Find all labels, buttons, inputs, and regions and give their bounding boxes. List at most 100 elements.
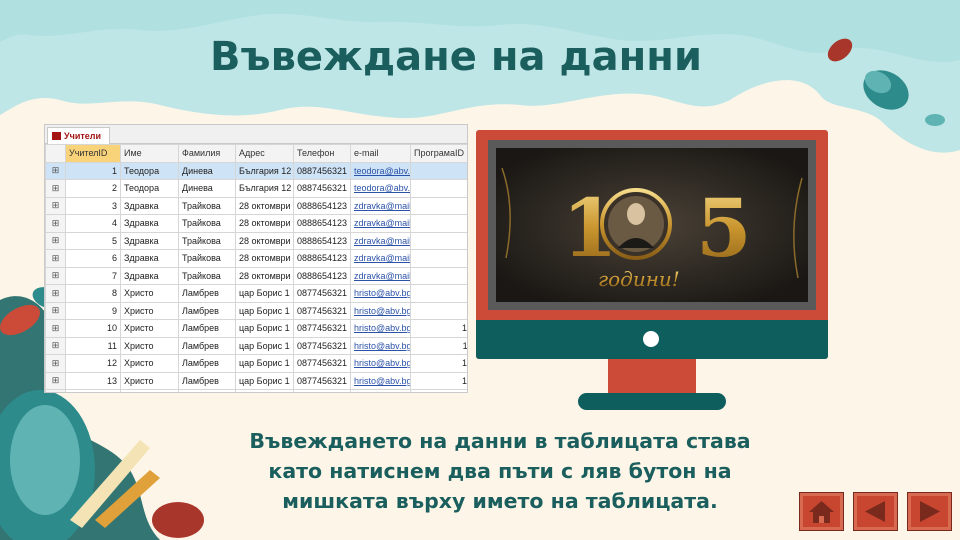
table-row[interactable]: ⊞5ЗдравкаТрайкова28 октомври 37088865412… [45, 231, 467, 250]
table-cell[interactable]: Здравка [120, 214, 179, 233]
row-selector-header[interactable] [45, 144, 66, 163]
table-cell[interactable]: 0877456321 [293, 336, 351, 355]
table-cell[interactable]: 10 [410, 319, 467, 338]
table-cell[interactable]: 0887456321 [293, 179, 351, 198]
table-cell[interactable]: 7 [65, 266, 121, 285]
table-cell[interactable]: Христо [120, 319, 179, 338]
table-cell[interactable]: Ламбрев [178, 284, 236, 303]
table-cell[interactable]: Ламбрев [178, 354, 236, 373]
previous-slide-button[interactable] [853, 492, 898, 531]
table-cell[interactable]: 28 октомври 37 [235, 196, 294, 215]
table-cell[interactable]: zdravka@mail.b [350, 196, 411, 215]
table-row[interactable]: ⊞14ХристоЛамбревцар Борис 10877456321hri… [45, 389, 467, 392]
next-slide-button[interactable] [907, 492, 952, 531]
table-row[interactable]: ⊞ 12 Христо Ламбрев цар Борис 1 0877456321 hri… [45, 354, 467, 373]
table-cell[interactable]: 0877456321 [293, 284, 351, 303]
table-cell[interactable]: 13 [410, 371, 467, 390]
table-cell[interactable]: Христо [120, 371, 179, 390]
table-cell[interactable]: 4 [410, 214, 467, 233]
table-cell[interactable]: България 12 [235, 161, 294, 180]
expand-toggle-icon[interactable]: ⊞ [45, 249, 66, 268]
table-cell[interactable]: hristo@abv.bg [350, 284, 411, 303]
table-cell[interactable]: hristo@abv.bg [350, 336, 411, 355]
table-cell[interactable]: 12 [410, 354, 467, 373]
table-cell[interactable]: Динева [178, 179, 236, 198]
expand-toggle-icon[interactable]: ⊞ [45, 336, 66, 355]
expand-toggle-icon[interactable]: ⊞ [45, 354, 66, 373]
expand-toggle-icon[interactable]: ⊞ [45, 266, 66, 285]
expand-toggle-icon[interactable]: ⊞ [45, 389, 66, 392]
table-cell[interactable]: 0877456321 [293, 371, 351, 390]
table-cell[interactable]: Христо [120, 389, 179, 392]
table-cell[interactable]: 2 [65, 179, 121, 198]
table-cell[interactable]: teodora@abv.b [350, 161, 411, 180]
table-cell[interactable]: hristo@abv.bg [350, 371, 411, 390]
table-cell[interactable]: цар Борис 1 [235, 389, 294, 392]
table-row[interactable]: ⊞7ЗдравкаТрайкова28 октомври 37088865412… [45, 266, 467, 285]
table-row[interactable]: ⊞ 10 Христо Ламбрев цар Борис 1 0877456321 hri… [45, 319, 467, 338]
table-cell[interactable]: цар Борис 1 [235, 301, 294, 320]
table-row[interactable]: ⊞ 11 Христо Ламбрев цар Борис 1 0877456321 hri… [45, 336, 467, 355]
table-cell[interactable]: 11 [65, 336, 121, 355]
column-header[interactable]: ПрограмаID [410, 144, 467, 163]
table-cell[interactable]: 2 [410, 179, 467, 198]
table-cell[interactable]: 3 [65, 196, 121, 215]
table-cell[interactable]: hristo@abv.bg [350, 301, 411, 320]
table-cell[interactable]: 0888654123 [293, 249, 351, 268]
table-cell[interactable]: 8 [65, 284, 121, 303]
expand-toggle-icon[interactable]: ⊞ [45, 196, 66, 215]
expand-toggle-icon[interactable]: ⊞ [45, 231, 66, 250]
table-cell[interactable]: hristo@abv.bg [350, 319, 411, 338]
table-cell[interactable]: 1 [410, 161, 467, 180]
table-row[interactable]: ⊞ 13 Христо Ламбрев цар Борис 1 0877456321 hri… [45, 371, 467, 390]
table-row[interactable]: ⊞6ЗдравкаТрайкова28 октомври 37088865412… [45, 249, 467, 268]
column-header[interactable]: Телефон [293, 144, 351, 163]
table-cell[interactable]: Трайкова [178, 266, 236, 285]
table-row[interactable]: ⊞ 9 Христо Ламбрев цар Борис 1 0877456321 hris… [45, 301, 467, 320]
table-cell[interactable]: 0877456321 [293, 301, 351, 320]
table-cell[interactable]: Здравка [120, 196, 179, 215]
expand-toggle-icon[interactable]: ⊞ [45, 179, 66, 198]
table-cell[interactable]: zdravka@mail.b [350, 266, 411, 285]
table-cell[interactable]: цар Борис 1 [235, 319, 294, 338]
table-cell[interactable]: Здравка [120, 266, 179, 285]
table-cell[interactable]: Ламбрев [178, 301, 236, 320]
table-cell[interactable]: Христо [120, 336, 179, 355]
table-cell[interactable]: 1 [65, 161, 121, 180]
home-button[interactable] [799, 492, 844, 531]
table-row[interactable]: ⊞3ЗдравкаТрайкова28 октомври 37088865412… [45, 196, 467, 215]
table-cell[interactable]: 6 [410, 249, 467, 268]
table-cell[interactable]: цар Борис 1 [235, 354, 294, 373]
table-cell[interactable]: Трайкова [178, 214, 236, 233]
table-cell[interactable]: teodora@abv.b [350, 179, 411, 198]
table-cell[interactable]: zdravka@mail.b [350, 249, 411, 268]
table-cell[interactable]: 0877456321 [293, 389, 351, 392]
table-cell[interactable]: 13 [65, 371, 121, 390]
table-cell[interactable]: Теодора [120, 179, 179, 198]
table-cell[interactable]: 28 октомври 37 [235, 231, 294, 250]
table-cell[interactable]: Трайкова [178, 196, 236, 215]
table-cell[interactable]: zdravka@mail.b [350, 231, 411, 250]
table-cell[interactable]: hristo@abv.bg [350, 389, 411, 392]
table-cell[interactable]: 28 октомври 37 [235, 249, 294, 268]
table-row[interactable]: ⊞ 8 Христо Ламбрев цар Борис 1 0877456321 hris… [45, 284, 467, 303]
table-cell[interactable]: България 12 [235, 179, 294, 198]
table-cell[interactable]: Ламбрев [178, 336, 236, 355]
table-cell[interactable]: 0887456321 [293, 161, 351, 180]
table-cell[interactable]: Теодора [120, 161, 179, 180]
table-cell[interactable]: 10 [65, 319, 121, 338]
table-cell[interactable]: 8 [410, 284, 467, 303]
table-cell[interactable]: 5 [410, 231, 467, 250]
table-row[interactable]: ⊞ 2 Теодора Динева България 12 0887456321 teod… [45, 179, 467, 198]
table-cell[interactable]: 28 октомври 37 [235, 214, 294, 233]
table-cell[interactable]: Ламбрев [178, 371, 236, 390]
table-cell[interactable]: цар Борис 1 [235, 371, 294, 390]
table-cell[interactable]: zdravka@mail.b [350, 214, 411, 233]
table-cell[interactable]: 0877456321 [293, 319, 351, 338]
table-cell[interactable]: 5 [65, 231, 121, 250]
table-cell[interactable]: Христо [120, 301, 179, 320]
table-cell[interactable]: Трайкова [178, 249, 236, 268]
table-cell[interactable]: Трайкова [178, 231, 236, 250]
table-cell[interactable]: 12 [65, 354, 121, 373]
table-cell[interactable]: 9 [65, 301, 121, 320]
